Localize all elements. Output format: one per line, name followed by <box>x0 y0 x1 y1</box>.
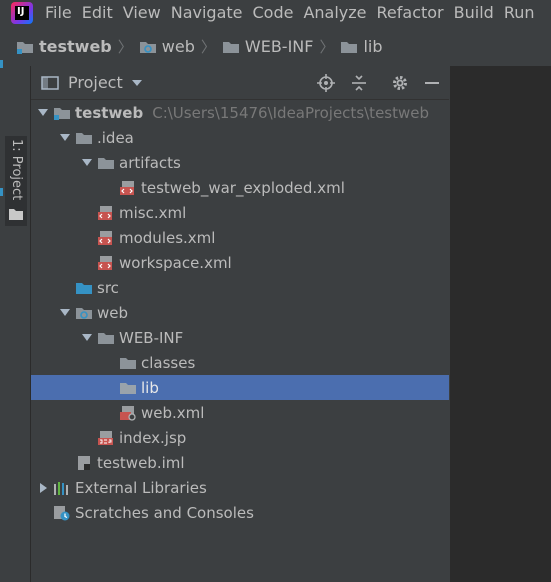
scratches-icon <box>54 505 70 520</box>
web-folder-icon <box>139 41 156 53</box>
library-icon <box>54 481 68 495</box>
tree-node-label: index.jsp <box>119 428 187 447</box>
expand-arrow-icon[interactable] <box>59 132 71 144</box>
folder-icon <box>98 157 114 169</box>
tree-node-label: .idea <box>97 128 134 147</box>
tree-node-label: testweb_war_exploded.xml <box>141 178 345 197</box>
breadcrumb-label: WEB-INF <box>244 37 314 56</box>
tree-node-indexjsp[interactable]: index.jsp <box>31 425 449 450</box>
chevron-right-icon: 〉 <box>319 38 335 56</box>
web-xml-file-icon <box>120 405 136 421</box>
tree-node-label: testweb.iml <box>97 453 185 472</box>
view-mode-dropdown[interactable] <box>131 79 142 86</box>
panel-title: Project <box>68 73 123 92</box>
folder-icon <box>98 332 114 344</box>
tree-node-scratches[interactable]: Scratches and Consoles <box>31 500 449 525</box>
tree-node-label: modules.xml <box>119 228 216 247</box>
tree-node-label: testweb <box>75 103 144 122</box>
menu-analyze[interactable]: Analyze <box>303 3 366 22</box>
xml-file-icon <box>98 230 112 245</box>
tree-node-label: misc.xml <box>119 203 187 222</box>
folder-icon <box>76 132 92 144</box>
tree-node-artifacts[interactable]: artifacts <box>31 150 449 175</box>
tree-node-war-exploded[interactable]: testweb_war_exploded.xml <box>31 175 449 200</box>
tree-node-idea[interactable]: .idea <box>31 125 449 150</box>
expand-arrow-icon[interactable] <box>59 307 71 319</box>
tree-node-label: web <box>97 303 129 322</box>
xml-file-icon <box>98 205 112 220</box>
editor-area <box>450 66 551 582</box>
project-tree: testweb C:\Users\15476\IdeaProjects\test… <box>31 100 449 525</box>
tree-node-label: web.xml <box>141 403 205 422</box>
project-path: C:\Users\15476\IdeaProjects\testweb <box>152 103 430 122</box>
panel-header: Project <box>31 66 449 100</box>
chevron-right-icon: 〉 <box>200 38 216 56</box>
folder-icon <box>9 209 23 220</box>
tree-node-classes[interactable]: classes <box>31 350 449 375</box>
tree-node-label: src <box>97 278 119 297</box>
breadcrumb-label: testweb <box>39 37 112 56</box>
tree-node-label: classes <box>141 353 196 372</box>
chevron-right-icon: 〉 <box>117 38 133 56</box>
gear-icon[interactable] <box>391 74 409 92</box>
tree-node-modules[interactable]: modules.xml <box>31 225 449 250</box>
folder-icon <box>341 41 358 53</box>
menu-code[interactable]: Code <box>253 3 294 22</box>
tree-node-label: Scratches and Consoles <box>75 503 254 522</box>
web-folder-icon <box>76 307 92 319</box>
folder-icon <box>222 41 239 53</box>
project-folder-icon <box>54 107 70 120</box>
tree-node-lib[interactable]: lib <box>31 375 449 400</box>
expand-arrow-icon[interactable] <box>81 332 93 344</box>
menu-run[interactable]: Run <box>504 3 535 22</box>
menu-view[interactable]: View <box>123 3 161 22</box>
xml-file-icon <box>98 255 112 270</box>
tree-node-external-libraries[interactable]: External Libraries <box>31 475 449 500</box>
breadcrumb: testweb 〉 web 〉 WEB-INF 〉 lib <box>0 34 383 59</box>
folder-icon <box>120 357 136 369</box>
menu-edit[interactable]: Edit <box>82 3 113 22</box>
breadcrumb-web[interactable]: web 〉 <box>139 36 222 57</box>
expand-arrow-icon[interactable] <box>37 107 49 119</box>
xml-file-icon <box>120 180 134 195</box>
breadcrumb-webinf[interactable]: WEB-INF 〉 <box>222 36 341 57</box>
tree-node-webinf[interactable]: WEB-INF <box>31 325 449 350</box>
intellij-logo-icon: IJ <box>11 1 33 24</box>
project-panel: Project testweb C:\Users\15476\IdeaProje… <box>31 66 449 582</box>
breadcrumb-label: web <box>161 37 195 56</box>
menu-navigate[interactable]: Navigate <box>171 3 243 22</box>
tree-node-root[interactable]: testweb C:\Users\15476\IdeaProjects\test… <box>31 100 449 125</box>
menu-build[interactable]: Build <box>454 3 494 22</box>
tree-node-workspace[interactable]: workspace.xml <box>31 250 449 275</box>
tree-node-label: workspace.xml <box>119 253 232 272</box>
expand-arrow-icon[interactable] <box>81 157 93 169</box>
collapse-all-icon[interactable] <box>350 74 368 92</box>
breadcrumb-lib[interactable]: lib <box>340 37 383 56</box>
menu-refactor[interactable]: Refactor <box>377 3 444 22</box>
tree-node-iml[interactable]: testweb.iml <box>31 450 449 475</box>
breadcrumb-label: lib <box>363 37 383 56</box>
tree-node-src[interactable]: src <box>31 275 449 300</box>
source-folder-icon <box>76 282 92 294</box>
tree-node-label: External Libraries <box>75 478 207 497</box>
tree-node-webxml[interactable]: web.xml <box>31 400 449 425</box>
expand-arrow-icon[interactable] <box>37 482 49 494</box>
tree-node-label: artifacts <box>119 153 181 172</box>
hide-icon[interactable] <box>423 74 441 92</box>
jsp-file-icon <box>98 430 113 445</box>
project-folder-icon <box>17 41 33 54</box>
breadcrumb-testweb[interactable]: testweb 〉 <box>16 36 139 57</box>
project-tool-tab-label: 1: Project <box>9 139 24 201</box>
menu-bar: IJ File Edit View Navigate Code Analyze … <box>0 0 551 25</box>
tree-node-misc[interactable]: misc.xml <box>31 200 449 225</box>
tree-node-label: lib <box>141 378 159 397</box>
module-file-icon <box>78 455 90 470</box>
project-window-icon <box>41 75 59 90</box>
locate-icon[interactable] <box>317 74 335 92</box>
tree-node-web[interactable]: web <box>31 300 449 325</box>
tree-node-label: WEB-INF <box>119 328 184 347</box>
left-tool-strip: 1: Project <box>0 66 31 582</box>
folder-icon <box>120 382 136 394</box>
menu-file[interactable]: File <box>45 3 72 22</box>
